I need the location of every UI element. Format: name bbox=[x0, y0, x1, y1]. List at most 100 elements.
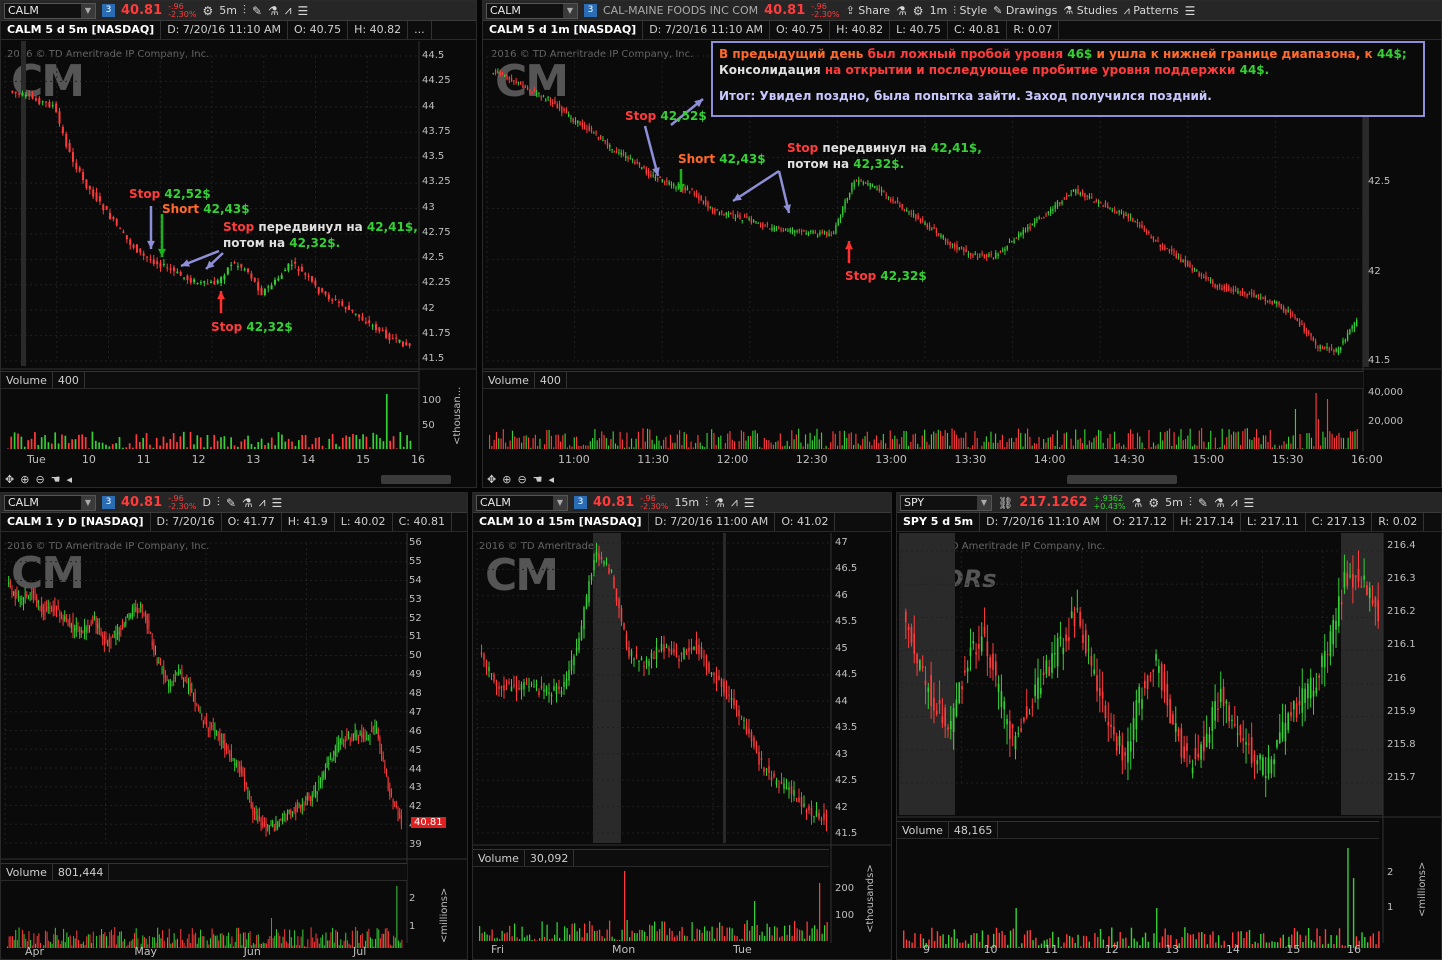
scrollbar[interactable] bbox=[1067, 475, 1177, 484]
candle bbox=[1256, 760, 1259, 765]
volume-bar bbox=[135, 434, 138, 449]
candle bbox=[648, 661, 650, 667]
candle bbox=[1191, 268, 1193, 271]
volume-bar bbox=[634, 933, 636, 941]
volume-bar bbox=[1262, 933, 1265, 948]
price-chart[interactable] bbox=[897, 493, 1442, 960]
candle bbox=[1223, 286, 1225, 290]
time-tick: Apr bbox=[25, 945, 45, 958]
annotation-stop-1: Stop 42,52$ bbox=[625, 109, 707, 123]
volume-bar bbox=[775, 441, 777, 449]
pan-icon[interactable]: ✥ bbox=[5, 473, 14, 486]
candle bbox=[1182, 260, 1184, 263]
volume-bar bbox=[1366, 942, 1369, 948]
volume-bar bbox=[543, 444, 546, 449]
volume-bar bbox=[219, 933, 221, 948]
volume-bar bbox=[1187, 435, 1189, 449]
volume-bar bbox=[1139, 436, 1141, 449]
zoom-out-icon[interactable]: ⊖ bbox=[35, 473, 44, 486]
candle bbox=[901, 204, 903, 209]
candle bbox=[1328, 348, 1330, 351]
volume-bar bbox=[486, 934, 488, 941]
volume-bar bbox=[1203, 441, 1205, 449]
candle bbox=[1264, 296, 1267, 302]
candle bbox=[553, 686, 555, 691]
scroll-left-icon[interactable]: ◂ bbox=[549, 473, 555, 486]
scrollbar[interactable] bbox=[381, 475, 451, 484]
volume-bar bbox=[771, 935, 773, 941]
volume-bar bbox=[769, 927, 771, 941]
volume-bar bbox=[37, 444, 40, 449]
volume-bar bbox=[1021, 943, 1023, 948]
candle bbox=[211, 725, 213, 727]
candle bbox=[858, 179, 860, 185]
zoom-in-icon[interactable]: ⊕ bbox=[20, 473, 29, 486]
candle bbox=[361, 732, 363, 738]
candle bbox=[1262, 757, 1264, 775]
candle bbox=[219, 734, 221, 740]
volume-bar bbox=[396, 886, 398, 948]
volume-bar bbox=[949, 445, 951, 449]
volume-bar bbox=[1249, 439, 1251, 449]
candle bbox=[542, 95, 545, 97]
zoom-in-icon[interactable]: ⊕ bbox=[502, 473, 511, 486]
volume-bar bbox=[526, 935, 528, 941]
volume-bar bbox=[322, 934, 324, 948]
volume-bar bbox=[1130, 927, 1133, 948]
volume-bar bbox=[875, 435, 878, 449]
candle bbox=[630, 650, 633, 657]
scroll-left-icon[interactable]: ◂ bbox=[67, 473, 73, 486]
volume-bar bbox=[514, 436, 516, 449]
volume-tick: 20,000 bbox=[1368, 416, 1403, 427]
candle bbox=[483, 654, 485, 660]
volume-value: 30,092 bbox=[525, 850, 575, 866]
volume-bar bbox=[1153, 933, 1155, 948]
candle bbox=[392, 800, 394, 803]
candle bbox=[260, 287, 263, 295]
volume-bar bbox=[48, 940, 50, 948]
candle bbox=[618, 151, 620, 153]
candle bbox=[129, 239, 132, 245]
volume-bar bbox=[315, 933, 317, 948]
volume-bar bbox=[598, 438, 601, 449]
candle bbox=[922, 219, 924, 221]
volume-bar bbox=[375, 434, 378, 449]
hand-icon[interactable]: ☚ bbox=[51, 473, 61, 486]
candle bbox=[232, 759, 234, 761]
price-chart[interactable] bbox=[1, 493, 468, 960]
hand-icon[interactable]: ☚ bbox=[533, 473, 543, 486]
volume-bar bbox=[101, 442, 104, 449]
annotation-stop-moved: Stop передвинул на 42,41$, bbox=[223, 220, 418, 234]
candle bbox=[1022, 229, 1024, 235]
volume-bar bbox=[186, 447, 189, 449]
volume-bar bbox=[209, 938, 211, 948]
volume-bar bbox=[129, 941, 131, 948]
volume-bar bbox=[1347, 848, 1349, 948]
candle bbox=[1045, 214, 1047, 216]
candle bbox=[1118, 735, 1121, 746]
volume-bar: Volume 48,165 bbox=[897, 821, 1379, 839]
time-tick: 15 bbox=[356, 453, 371, 466]
candle bbox=[1072, 189, 1075, 192]
pan-icon[interactable]: ✥ bbox=[487, 473, 496, 486]
candle bbox=[1093, 669, 1096, 674]
candle bbox=[820, 818, 823, 821]
price-chart[interactable] bbox=[473, 493, 892, 960]
volume-bar bbox=[631, 930, 633, 941]
volume-bar bbox=[516, 937, 518, 941]
candle bbox=[291, 813, 293, 816]
volume-bar bbox=[761, 931, 763, 941]
candle bbox=[547, 96, 549, 98]
volume-bar bbox=[1354, 430, 1356, 449]
volume-bar bbox=[1015, 437, 1017, 449]
candle bbox=[105, 206, 108, 210]
candle bbox=[572, 118, 574, 122]
candle bbox=[814, 232, 817, 234]
candle bbox=[1269, 300, 1271, 302]
volume-bar bbox=[305, 947, 307, 948]
zoom-out-icon[interactable]: ⊖ bbox=[517, 473, 526, 486]
volume-bar bbox=[1338, 432, 1340, 449]
candle bbox=[315, 789, 317, 794]
volume-bar bbox=[752, 430, 754, 449]
volume-bar bbox=[64, 435, 67, 449]
